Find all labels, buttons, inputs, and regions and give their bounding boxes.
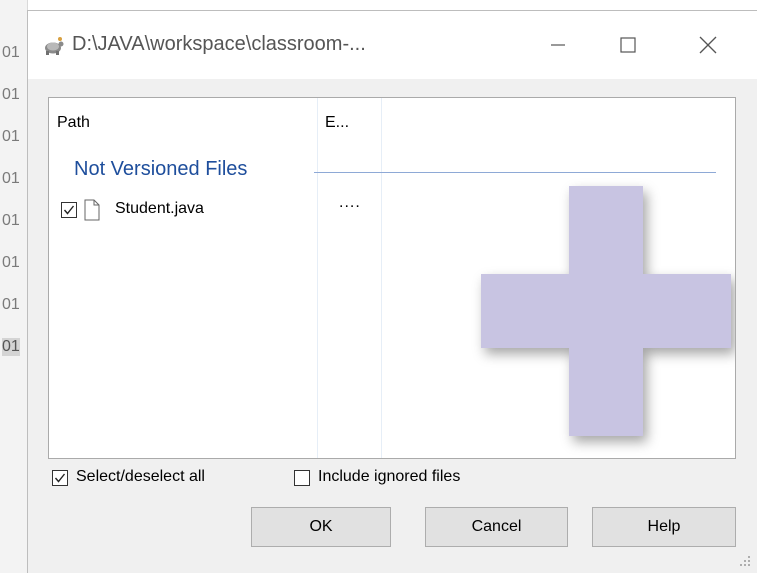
line-number: 01 (2, 338, 20, 356)
line-number: 01 (2, 170, 20, 187)
ok-button[interactable]: OK (251, 507, 391, 547)
title-bar[interactable]: D:\JAVA\workspace\classroom-... (28, 11, 757, 79)
file-name: Student.java (115, 200, 204, 217)
line-number: 01 (2, 212, 20, 229)
line-number: 01 (2, 254, 20, 271)
close-button[interactable] (683, 21, 733, 69)
group-divider-line (314, 172, 716, 173)
close-icon (699, 36, 717, 54)
minimize-icon (551, 44, 565, 46)
select-all-checkbox[interactable] (52, 470, 68, 486)
file-icon (84, 199, 100, 226)
minimize-button[interactable] (533, 21, 583, 69)
column-divider[interactable] (381, 98, 382, 458)
maximize-icon (620, 37, 636, 53)
include-ignored-label: Include ignored files (318, 468, 461, 485)
maximize-button[interactable] (603, 21, 653, 69)
file-extension: .... (339, 194, 361, 211)
add-files-dialog: D:\JAVA\workspace\classroom-... Path E..… (27, 10, 757, 573)
line-number: 01 (2, 296, 20, 313)
file-list[interactable]: Path E... Not Versioned Files Student.ja… (48, 97, 736, 459)
cancel-button[interactable]: Cancel (425, 507, 568, 547)
window-title: D:\JAVA\workspace\classroom-... (72, 33, 366, 55)
resize-grip-icon[interactable] (739, 555, 751, 567)
line-number: 01 (2, 86, 20, 103)
select-all-label: Select/deselect all (76, 468, 205, 485)
line-number: 01 (2, 128, 20, 145)
column-header-path[interactable]: Path (49, 98, 317, 148)
column-divider[interactable] (317, 98, 318, 458)
group-header-not-versioned: Not Versioned Files (74, 158, 254, 181)
line-number: 01 (2, 44, 20, 61)
help-button[interactable]: Help (592, 507, 736, 547)
background-line-gutter: 01 01 01 01 01 01 01 01 (0, 0, 28, 573)
include-ignored-checkbox[interactable] (294, 470, 310, 486)
tortoise-icon (42, 35, 64, 57)
column-header-extension[interactable]: E... (317, 98, 381, 148)
file-checkbox[interactable] (61, 202, 77, 218)
plus-icon (481, 186, 731, 436)
